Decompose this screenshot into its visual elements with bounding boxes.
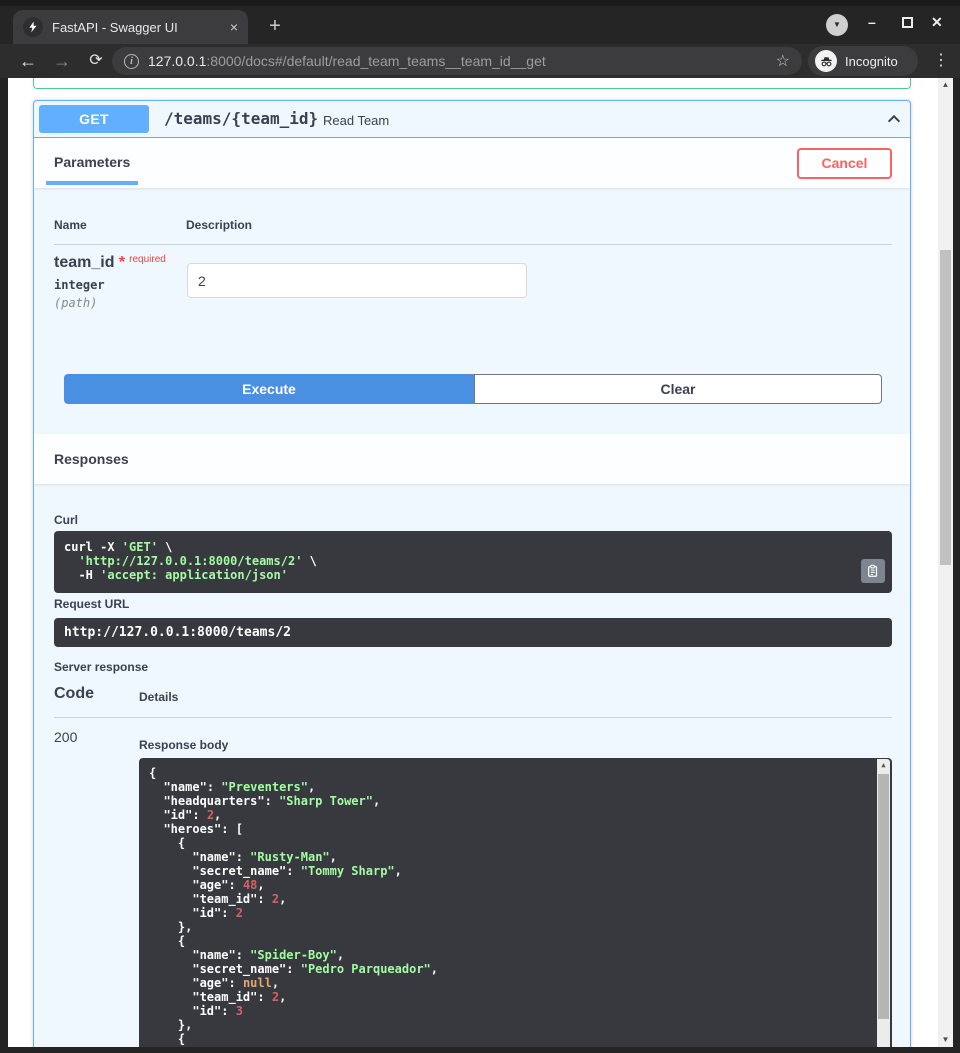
- request-url-value: http://127.0.0.1:8000/teams/2: [54, 618, 892, 647]
- url-text: 127.0.0.1:8000/docs#/default/read_team_t…: [148, 53, 768, 69]
- bookmark-star-icon[interactable]: ☆: [776, 51, 790, 71]
- url-path: :8000/docs#/default/read_team_teams__tea…: [206, 53, 545, 69]
- previous-endpoint-bottom-edge: [33, 78, 911, 89]
- curl-command[interactable]: curl -X 'GET' \ 'http://127.0.0.1:8000/t…: [54, 531, 892, 593]
- opblock-summary[interactable]: GET /teams/{team_id} Read Team: [34, 101, 910, 138]
- response-table-divider: [54, 717, 892, 718]
- page-scrollbar[interactable]: ▲ ▼: [938, 78, 953, 1047]
- endpoint-summary: Read Team: [323, 113, 389, 128]
- status-code: 200: [54, 729, 77, 745]
- endpoint-path: /teams/{team_id}: [164, 109, 318, 128]
- page-scroll-down-icon[interactable]: ▼: [938, 1033, 953, 1047]
- param-name: team_id * required: [54, 254, 166, 272]
- response-body-scrollbar[interactable]: ▲: [877, 759, 890, 1047]
- get-teams-opblock: GET /teams/{team_id} Read Team Parameter…: [33, 100, 911, 1047]
- column-header-name: Name: [54, 218, 87, 232]
- column-header-details: Details: [139, 690, 178, 704]
- page-scroll-up-icon[interactable]: ▲: [938, 78, 953, 92]
- incognito-label: Incognito: [845, 54, 898, 69]
- parameters-section-header: Parameters Cancel: [34, 138, 910, 188]
- cancel-button[interactable]: Cancel: [797, 148, 892, 179]
- active-tab-underline: [46, 181, 138, 185]
- response-scrollbar-thumb[interactable]: [878, 774, 889, 1019]
- new-tab-button[interactable]: +: [262, 14, 288, 40]
- tab-close-icon[interactable]: ×: [230, 20, 238, 34]
- server-response-label: Server response: [54, 660, 148, 674]
- forward-button[interactable]: →: [48, 47, 76, 75]
- required-label: required: [129, 254, 166, 265]
- response-body-json: { "name": "Preventers", "headquarters": …: [149, 766, 882, 1047]
- response-scroll-up-icon[interactable]: ▲: [877, 759, 890, 772]
- team-id-input[interactable]: [187, 263, 527, 298]
- clear-button[interactable]: Clear: [474, 374, 882, 404]
- window-close-button[interactable]: ✕: [931, 14, 943, 31]
- browser-menu-icon[interactable]: ⋮: [928, 47, 954, 75]
- request-url-label: Request URL: [54, 597, 129, 611]
- tab-title: FastAPI - Swagger UI: [52, 20, 224, 35]
- maximize-button[interactable]: [902, 17, 913, 28]
- method-badge: GET: [39, 105, 149, 133]
- param-location: (path): [54, 296, 97, 310]
- param-name-text: team_id: [54, 254, 114, 271]
- url-host: 127.0.0.1: [148, 53, 206, 69]
- responses-title: Responses: [54, 451, 129, 467]
- address-bar[interactable]: i 127.0.0.1:8000/docs#/default/read_team…: [112, 47, 802, 75]
- browser-tab[interactable]: FastAPI - Swagger UI ×: [13, 10, 248, 44]
- response-body-label: Response body: [139, 738, 228, 752]
- swagger-page: GET /teams/{team_id} Read Team Parameter…: [8, 78, 953, 1047]
- collapse-chevron-icon[interactable]: [885, 110, 903, 133]
- param-type: integer: [54, 278, 105, 292]
- site-info-icon[interactable]: i: [124, 54, 139, 69]
- tab-parameters[interactable]: Parameters: [54, 154, 130, 170]
- column-header-code: Code: [54, 685, 94, 703]
- window-menu-caret-icon[interactable]: ▼: [826, 14, 848, 36]
- responses-section-header: Responses: [34, 434, 910, 484]
- incognito-icon: [815, 50, 837, 72]
- copy-to-clipboard-button[interactable]: [861, 559, 885, 583]
- fastapi-favicon-icon: [23, 17, 43, 37]
- window-top-edge: [0, 0, 960, 6]
- curl-label: Curl: [54, 513, 78, 527]
- browser-toolbar: ← → ⟳ i 127.0.0.1:8000/docs#/default/rea…: [0, 44, 960, 78]
- browser-window: FastAPI - Swagger UI × + ▼ – ✕ ← → ⟳ i 1…: [0, 0, 960, 1053]
- required-asterisk: *: [119, 254, 125, 271]
- reload-button[interactable]: ⟳: [82, 47, 110, 75]
- back-button[interactable]: ←: [14, 47, 42, 75]
- tab-strip: FastAPI - Swagger UI × + ▼ – ✕: [0, 0, 960, 44]
- minimize-button[interactable]: –: [868, 14, 876, 30]
- page-scrollbar-thumb[interactable]: [940, 250, 951, 565]
- response-body[interactable]: { "name": "Preventers", "headquarters": …: [139, 758, 892, 1047]
- incognito-badge: Incognito: [808, 46, 918, 76]
- column-header-description: Description: [186, 218, 252, 232]
- table-header-divider: [54, 244, 892, 245]
- execute-button[interactable]: Execute: [64, 374, 474, 404]
